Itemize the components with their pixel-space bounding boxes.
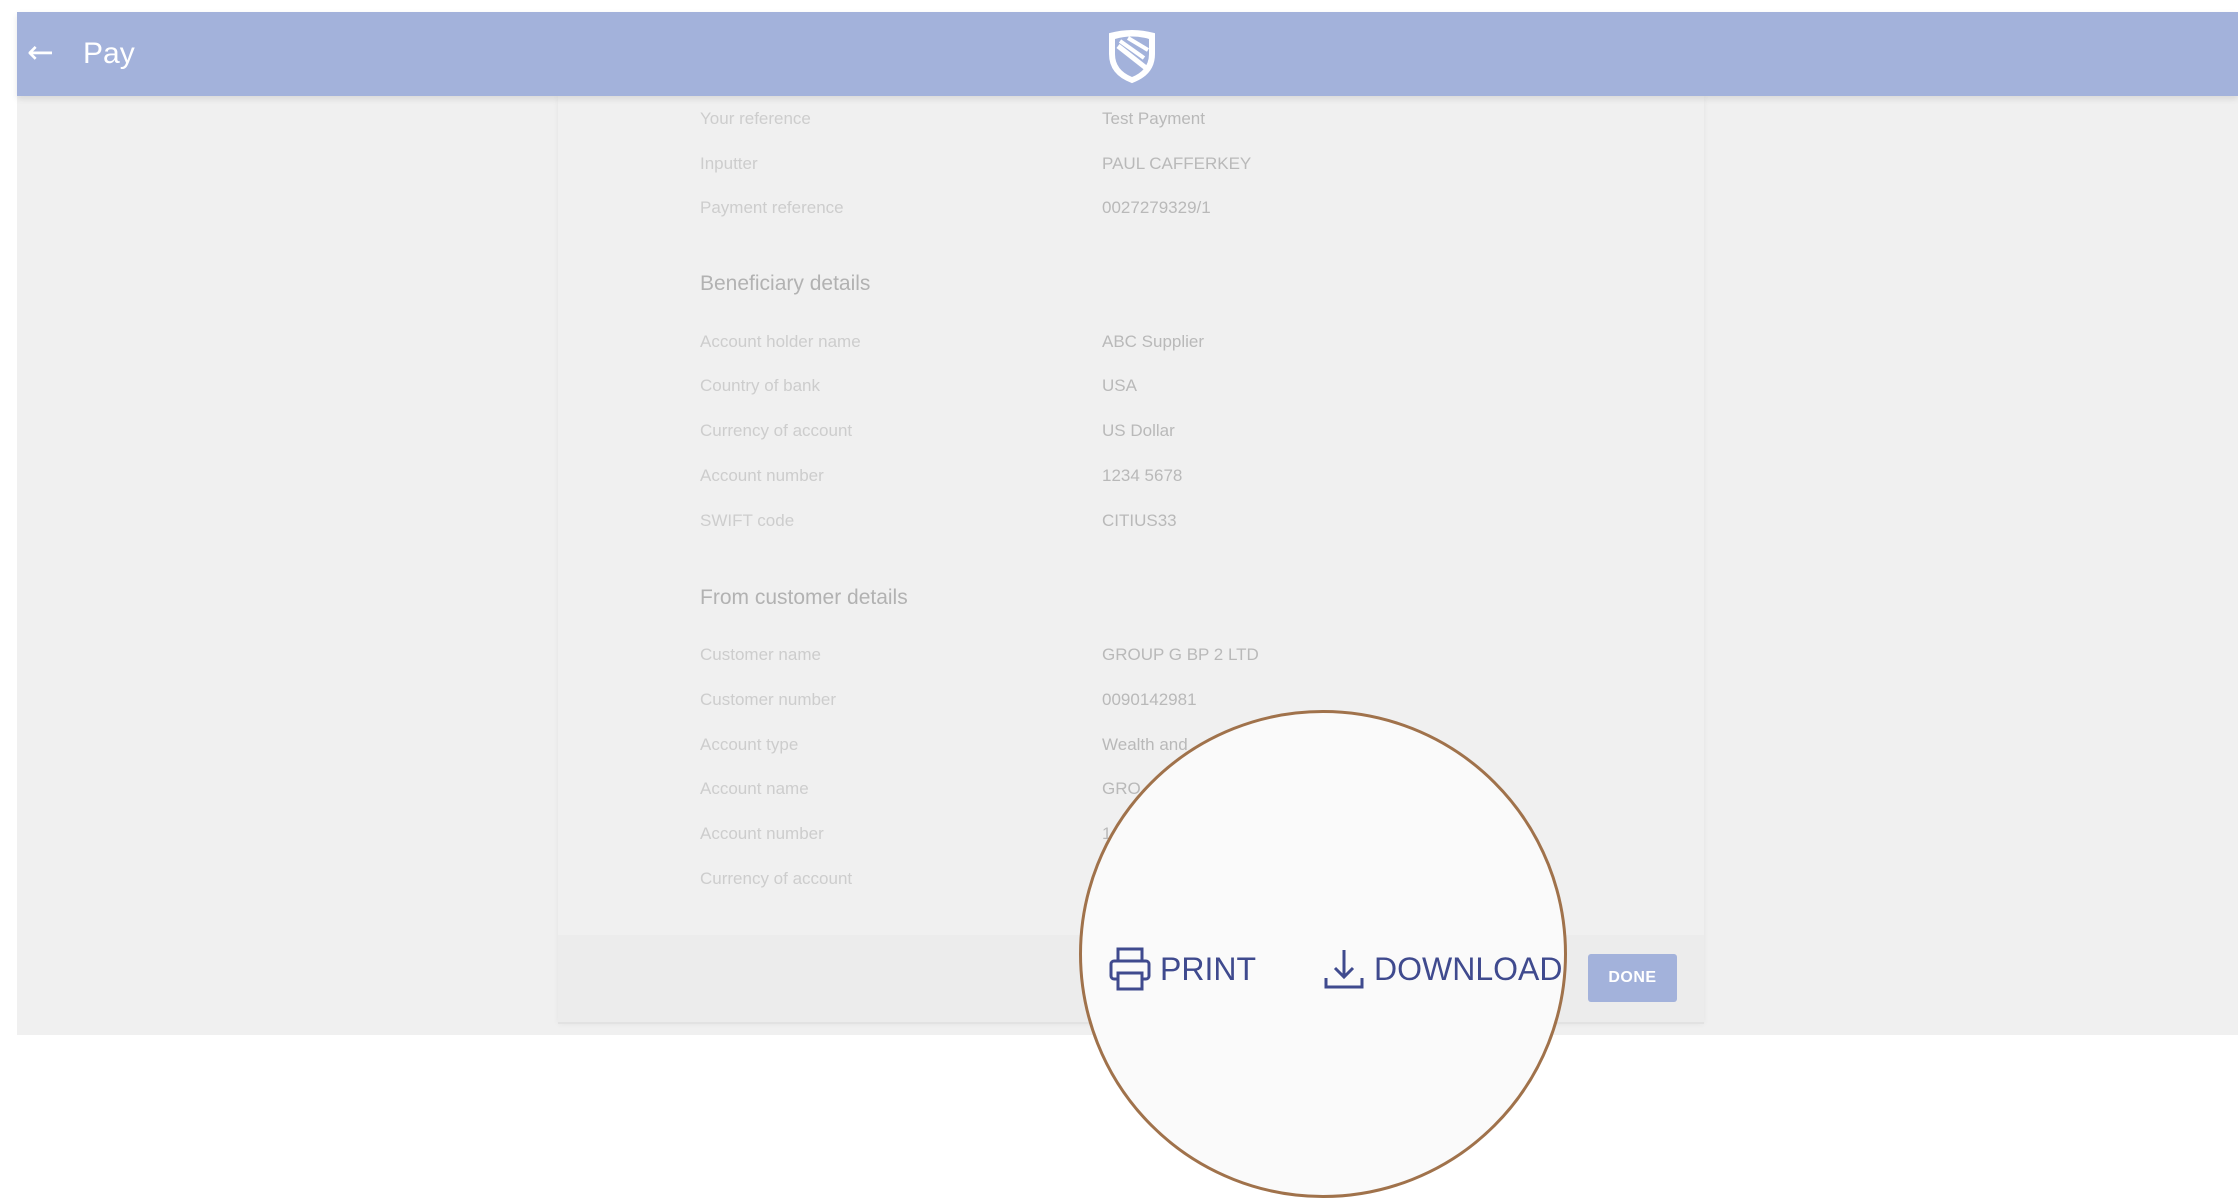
- account-type-label: Account type: [700, 735, 799, 754]
- inputter-label: Inputter: [700, 154, 758, 173]
- payment-reference-label: Payment reference: [700, 198, 844, 217]
- done-button[interactable]: DONE: [1588, 954, 1677, 1002]
- your-reference-value: Test Payment: [1102, 109, 1205, 128]
- account-type-value: Wealth and: [1102, 735, 1188, 754]
- beneficiary-section-title: Beneficiary details: [700, 272, 871, 295]
- payment-reference-value: 0027279329/1: [1102, 198, 1211, 217]
- account-holder-name-label: Account holder name: [700, 332, 861, 351]
- app-header: ← Pay: [17, 12, 2238, 96]
- arrow-left-icon[interactable]: ←: [27, 32, 54, 72]
- customer-number-label: Customer number: [700, 690, 837, 709]
- account-name-label: Account name: [700, 779, 809, 798]
- swift-code-value: CITIUS33: [1102, 511, 1177, 530]
- country-of-bank-label: Country of bank: [700, 376, 821, 395]
- download-button[interactable]: DOWNLOAD: [1322, 946, 1562, 992]
- account-holder-name-value: ABC Supplier: [1102, 332, 1205, 351]
- customer-name-value: GROUP G BP 2 LTD: [1102, 645, 1259, 664]
- customer-name-label: Customer name: [700, 645, 821, 664]
- your-reference-label: Your reference: [700, 109, 811, 128]
- customer-currency-label: Currency of account: [700, 869, 853, 888]
- customer-number-value: 0090142981: [1102, 690, 1197, 709]
- from-customer-section-title: From customer details: [700, 586, 908, 609]
- print-label: PRINT: [1160, 951, 1256, 987]
- download-icon: [1324, 950, 1364, 989]
- page-title: Pay: [83, 37, 135, 70]
- magnifier-callout: PRINT DOWNLOAD: [1079, 710, 1567, 1198]
- currency-of-account-value: US Dollar: [1102, 421, 1175, 440]
- print-button[interactable]: PRINT: [1108, 946, 1256, 992]
- currency-of-account-label: Currency of account: [700, 421, 853, 440]
- account-number-value: 1234 5678: [1102, 466, 1183, 485]
- customer-account-number-label: Account number: [700, 824, 824, 843]
- download-label: DOWNLOAD: [1374, 951, 1563, 987]
- inputter-value: PAUL CAFFERKEY: [1102, 154, 1252, 173]
- account-number-label: Account number: [700, 466, 824, 485]
- swift-code-label: SWIFT code: [700, 511, 795, 530]
- printer-icon: [1109, 947, 1151, 991]
- bank-shield-logo: [1109, 30, 1155, 84]
- country-of-bank-value: USA: [1102, 376, 1137, 395]
